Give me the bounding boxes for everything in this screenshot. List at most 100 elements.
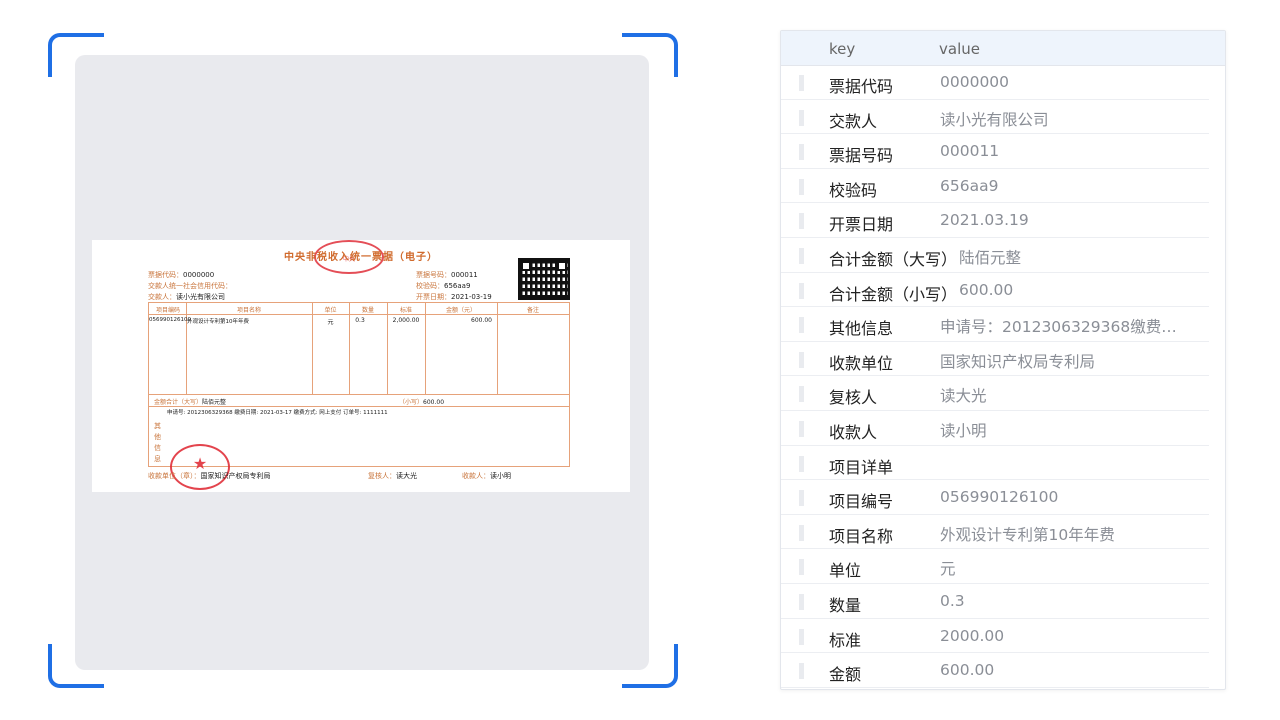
kv-value: 申请号：2012306329368缴费… (940, 318, 1177, 337)
kv-key: 其他信息 (829, 319, 894, 339)
kv-key: 标准 (829, 630, 862, 650)
receipt-item-standard: 2,000.00 (392, 317, 420, 324)
receipt-other-info-label: 其他信息 (154, 422, 161, 463)
star-icon: ★ (192, 454, 208, 473)
receipt-credit-code-label: 交款人统一社会信用代码： (148, 282, 232, 290)
kv-row[interactable]: 项目名称 外观设计专利第10年年费 (781, 515, 1209, 550)
kv-value: 0000000 (940, 73, 1010, 91)
kv-value: 056990126100 (940, 488, 1059, 507)
kv-value: 读小光有限公司 (940, 110, 1049, 129)
receipt-total-row: 金额合计（大写）陆佰元整 （小写）600.00 (149, 394, 569, 407)
kv-row[interactable]: 合计金额（大写） 陆佰元整 (781, 238, 1209, 273)
receipt-item-name: 外观设计专利第10年年费 (187, 319, 249, 325)
kv-key: 金额 (829, 665, 862, 685)
kv-row[interactable]: 校验码 656aa9 (781, 169, 1209, 204)
row-marker (799, 144, 804, 161)
receipt-issue-date: 开票日期：2021-03-19 (416, 293, 492, 301)
kv-row[interactable]: 合计金额（小写） 600.00 (781, 273, 1209, 308)
kv-value: 000011 (940, 142, 1000, 161)
kv-key: 票据代码 (829, 77, 894, 96)
receipt-bill-code: 票据代码：0000000 (148, 271, 215, 279)
kv-key: 收款人 (829, 422, 878, 442)
receipt-image: 中央 中央非税收入统一票据（电子） 票据代码：0000000 交款人统一社会信用… (92, 240, 630, 492)
kv-value: 读小明 (940, 421, 987, 440)
row-marker (799, 420, 804, 437)
kv-row[interactable]: 项目编号 056990126100 (781, 480, 1209, 515)
kv-row[interactable]: 标准 2000.00 (781, 619, 1209, 654)
receipt-col-header: 项目编码 (155, 307, 180, 314)
kv-key: 数量 (829, 595, 862, 615)
kv-key: 项目名称 (829, 526, 894, 546)
kv-key: 交款人 (829, 111, 878, 131)
receipt-col-header: 单位 (324, 307, 337, 314)
receipt-reviewer: 复核人：读大光 (368, 472, 417, 480)
receipt-item-code: 056990126100 (149, 317, 191, 323)
kv-row[interactable]: 收款人 读小明 (781, 411, 1209, 446)
kv-row[interactable]: 开票日期 2021.03.19 (781, 203, 1209, 238)
kv-value: 0.3 (940, 591, 965, 610)
kv-key: 收款单位 (829, 353, 894, 373)
receipt-collector: 收款人：读小明 (462, 472, 511, 480)
kv-row[interactable]: 单位 元 (781, 549, 1209, 584)
kv-value: 600.00 (959, 280, 1014, 299)
row-marker (799, 593, 804, 610)
qr-code-icon (518, 258, 570, 300)
row-marker (799, 178, 804, 195)
receipt-total-lower: （小写）600.00 (399, 399, 445, 406)
kv-key: 开票日期 (829, 215, 894, 235)
receipt-check-code: 校验码：656aa9 (416, 282, 471, 290)
kv-key: 复核人 (829, 388, 878, 408)
col-divider (497, 303, 498, 394)
kv-value: 2021.03.19 (940, 211, 1029, 230)
receipt-col-header: 标准 (399, 307, 412, 314)
kv-row[interactable]: 复核人 读大光 (781, 376, 1209, 411)
row-marker (799, 247, 804, 264)
row-marker (799, 213, 804, 230)
kv-key: 合计金额（小写） (829, 284, 958, 304)
row-marker (799, 386, 804, 403)
ocr-result-table[interactable]: key value 票据代码 0000000 交款人 读小光有限公司票据号码 00001… (780, 30, 1226, 690)
row-marker (799, 75, 804, 91)
row-marker (799, 282, 804, 299)
receipt-other-info: 申请号: 2012306329368 缴费日期: 2021-03-17 缴费方式… (167, 410, 388, 416)
kv-row[interactable]: 交款人 读小光有限公司 (781, 100, 1209, 135)
kv-row[interactable]: 数量 0.3 (781, 584, 1209, 619)
receipt-col-header: 金额（元） (445, 307, 476, 314)
kv-key: 项目编号 (829, 492, 894, 512)
patent-office-seal-stamp: ★ (170, 444, 230, 490)
kv-row[interactable]: 收款单位 国家知识产权局专利局 (781, 342, 1209, 377)
receipt-bill-no: 票据号码：000011 (416, 271, 478, 279)
row-marker (799, 663, 804, 680)
kv-table-body: 票据代码 0000000 交款人 读小光有限公司票据号码 000011 校验码 656aa9… (781, 65, 1225, 688)
kv-value: 读大光 (940, 387, 987, 406)
kv-key: 项目详单 (829, 457, 894, 477)
kv-row[interactable]: 票据代码 0000000 (781, 65, 1209, 100)
kv-value: 656aa9 (940, 176, 999, 195)
kv-row[interactable]: 项目详单 (781, 446, 1209, 481)
row-marker (799, 317, 804, 334)
kv-row[interactable]: 金额 600.00 (781, 653, 1209, 688)
row-marker (799, 490, 804, 507)
row-marker (799, 351, 804, 368)
kv-value: 600.00 (940, 661, 995, 680)
receipt-col-header: 项目名称 (236, 307, 261, 314)
header-value: value (939, 40, 980, 58)
row-marker (799, 559, 804, 576)
header-key: key (829, 40, 856, 58)
kv-key: 合计金额（大写） (829, 249, 958, 269)
receipt-total-upper: 金额合计（大写）陆佰元整 (154, 399, 227, 406)
receipt-payer: 交款人：读小光有限公司 (148, 293, 225, 301)
row-marker (799, 524, 804, 541)
receipt-item-amount: 600.00 (471, 317, 492, 324)
kv-row[interactable]: 其他信息 申请号：2012306329368缴费… (781, 307, 1209, 342)
kv-value: 外观设计专利第10年年费 (940, 525, 1115, 544)
kv-row[interactable]: 票据号码 000011 (781, 134, 1209, 169)
row-marker (799, 628, 804, 645)
kv-table-header: key value (781, 31, 1225, 66)
receipt-col-header: 数量 (361, 307, 374, 314)
receipt-table: 项目编码 项目名称 单位 数量 标准 金额（元） 备注 056990126100… (148, 302, 570, 467)
kv-value: 元 (940, 560, 956, 579)
kv-key: 票据号码 (829, 146, 894, 166)
kv-value: 陆佰元整 (959, 248, 1022, 267)
kv-key: 校验码 (829, 180, 878, 200)
